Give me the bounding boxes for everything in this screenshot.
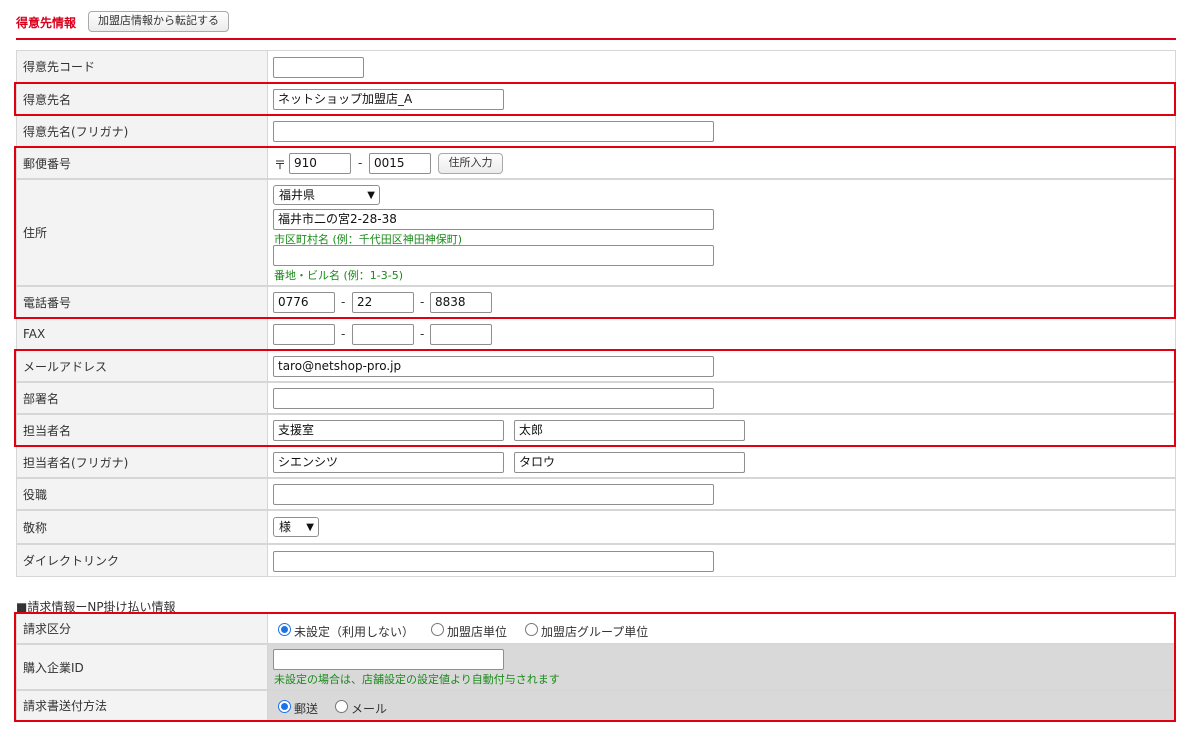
row-billing-type: 請求区分 未設定（利用しない） 加盟店単位 加盟店グループ単位	[16, 613, 1176, 644]
phone-part2-input[interactable]: 22	[352, 292, 414, 313]
billing-type-option-group: 加盟店グループ単位	[541, 625, 649, 639]
company-id-input[interactable]	[273, 649, 504, 670]
company-id-hint: 未設定の場合は、店舗設定の設定値より自動付与されます	[274, 673, 560, 686]
billing-type-option-unset: 未設定（利用しない）	[294, 625, 415, 639]
billing-type-radio-store[interactable]	[431, 623, 444, 636]
contact-last-kana-input[interactable]: シエンシツ	[273, 452, 504, 473]
contact-last-name-input[interactable]: 支援室	[273, 420, 504, 441]
customer-kana-label: 得意先名(フリガナ)	[16, 115, 268, 147]
department-label: 部署名	[16, 382, 268, 414]
street-input[interactable]	[273, 245, 714, 266]
email-label: メールアドレス	[16, 350, 268, 382]
phone-separator-1: -	[341, 295, 346, 309]
contact-first-kana-input[interactable]: タロウ	[514, 452, 745, 473]
address-lookup-button[interactable]: 住所入力	[438, 153, 503, 174]
copy-from-store-button[interactable]: 加盟店情報から転記する	[88, 11, 229, 32]
send-method-radio-mail[interactable]	[278, 700, 291, 713]
contact-name-label: 担当者名	[16, 414, 268, 446]
row-address: 住所 福井県 ▼ 福井市二の宮2-28-38 市区町村名 (例：千代田区神田神保…	[16, 179, 1176, 286]
send-method-option-mail: 郵送	[294, 702, 319, 716]
honorific-value: 様	[279, 520, 292, 534]
postal-code-label: 郵便番号	[16, 147, 268, 179]
billing-type-option-store: 加盟店単位	[447, 625, 508, 639]
phone-label: 電話番号	[16, 286, 268, 318]
fax-part2-input[interactable]	[352, 324, 414, 345]
customer-code-label: 得意先コード	[16, 50, 268, 83]
fax-part1-input[interactable]	[273, 324, 335, 345]
chevron-down-icon: ▼	[367, 190, 375, 201]
department-input[interactable]	[273, 388, 714, 409]
address-label: 住所	[16, 179, 268, 286]
honorific-select[interactable]: 様 ▼	[273, 517, 319, 537]
row-contact-name: 担当者名 支援室 太郎	[16, 414, 1176, 446]
row-phone: 電話番号 0776 - 22 - 8838	[16, 286, 1176, 318]
row-contact-kana: 担当者名(フリガナ) シエンシツ タロウ	[16, 446, 1176, 478]
phone-part3-input[interactable]: 8838	[430, 292, 492, 313]
city-input[interactable]: 福井市二の宮2-28-38	[273, 209, 714, 230]
fax-part3-input[interactable]	[430, 324, 492, 345]
chevron-down-icon: ▼	[306, 522, 314, 533]
send-method-radio-email[interactable]	[335, 700, 348, 713]
customer-kana-input[interactable]	[273, 121, 714, 142]
billing-type-radio-group[interactable]	[525, 623, 538, 636]
row-honorific: 敬称 様 ▼	[16, 510, 1176, 544]
prefecture-value: 福井県	[279, 188, 316, 202]
phone-part1-input[interactable]: 0776	[273, 292, 335, 313]
postal-mark: 〒	[274, 158, 287, 172]
customer-code-input[interactable]	[273, 57, 364, 78]
row-direct-link: ダイレクトリンク	[16, 544, 1176, 577]
email-input[interactable]: taro@netshop-pro.jp	[273, 356, 714, 377]
section-header: 得意先情報 加盟店情報から転記する	[16, 0, 1176, 40]
postal-separator: -	[358, 156, 363, 170]
phone-separator-2: -	[420, 295, 425, 309]
row-postal-code: 郵便番号 〒 910 - 0015 住所入力	[16, 147, 1176, 179]
fax-separator-1: -	[341, 327, 346, 341]
row-fax: FAX - -	[16, 318, 1176, 350]
postal-code-part1-input[interactable]: 910	[289, 153, 351, 174]
customer-name-label: 得意先名	[16, 83, 268, 115]
direct-link-label: ダイレクトリンク	[16, 544, 268, 577]
postal-code-part2-input[interactable]: 0015	[369, 153, 431, 174]
billing-type-label: 請求区分	[16, 613, 268, 644]
customer-name-input[interactable]: ネットショップ加盟店_A	[273, 89, 504, 110]
prefecture-select[interactable]: 福井県 ▼	[273, 185, 380, 205]
row-customer-name: 得意先名 ネットショップ加盟店_A	[16, 83, 1176, 115]
fax-separator-2: -	[420, 327, 425, 341]
contact-first-name-input[interactable]: 太郎	[514, 420, 745, 441]
row-department: 部署名	[16, 382, 1176, 414]
honorific-label: 敬称	[16, 510, 268, 544]
section-title: 得意先情報	[16, 16, 77, 30]
row-customer-kana: 得意先名(フリガナ)	[16, 115, 1176, 147]
row-invoice-send-method: 請求書送付方法 郵送 メール	[16, 690, 1176, 721]
row-position: 役職	[16, 478, 1176, 510]
row-company-id: 購入企業ID 未設定の場合は、店舗設定の設定値より自動付与されます	[16, 644, 1176, 690]
position-input[interactable]	[273, 484, 714, 505]
position-label: 役職	[16, 478, 268, 510]
invoice-send-method-label: 請求書送付方法	[16, 690, 268, 721]
send-method-option-email: メール	[351, 702, 388, 716]
company-id-label: 購入企業ID	[16, 644, 268, 690]
billing-type-radio-unset[interactable]	[278, 623, 291, 636]
contact-kana-label: 担当者名(フリガナ)	[16, 446, 268, 478]
street-hint: 番地・ビル名 (例：1-3-5)	[274, 269, 404, 282]
row-email: メールアドレス taro@netshop-pro.jp	[16, 350, 1176, 382]
row-customer-code: 得意先コード	[16, 50, 1176, 83]
fax-label: FAX	[16, 318, 268, 350]
direct-link-input[interactable]	[273, 551, 714, 572]
